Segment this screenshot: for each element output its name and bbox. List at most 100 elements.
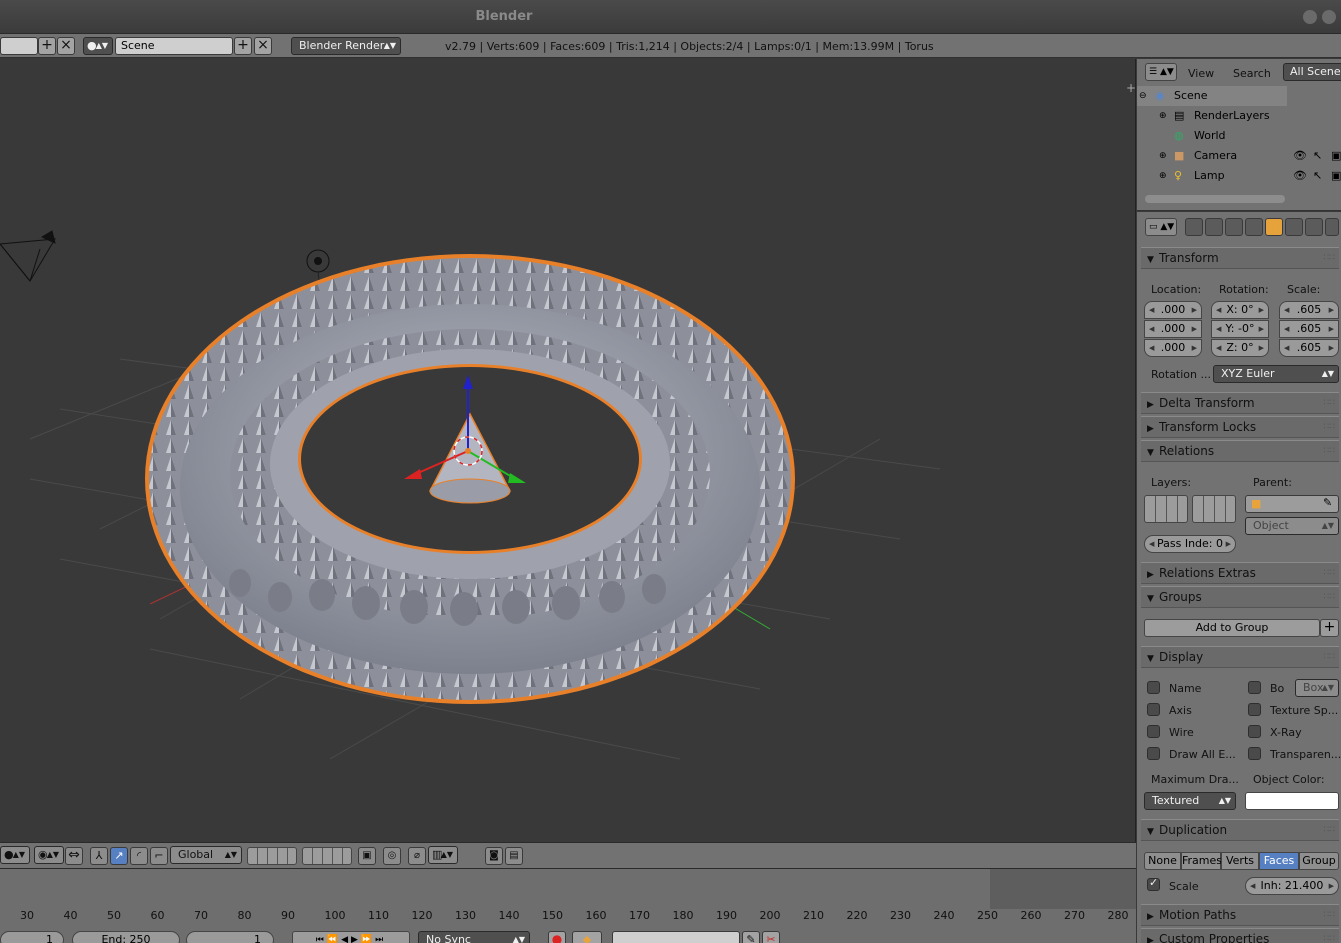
record-icon[interactable]: ● [548,931,566,943]
display-axis-checkbox[interactable] [1147,703,1160,716]
world-tab-icon[interactable] [1245,218,1263,236]
viewport-shading-dropdown[interactable]: ● ▲▼ [0,846,30,864]
render-opengl-icon[interactable]: ◙ [485,847,503,865]
add-screen-button[interactable]: + [38,37,56,55]
rotate-manipulator-icon[interactable]: ◜ [130,847,148,865]
sync-mode-dropdown[interactable]: No Sync ▲▼ [418,931,530,943]
render-tab-icon[interactable] [1185,218,1203,236]
keying-set-field[interactable] [612,931,740,943]
panel-drag-handle-icon[interactable]: ∷∷ [1324,647,1335,667]
transform-panel-header[interactable]: ▼ Transform ∷∷ [1141,247,1339,269]
relations-panel-header[interactable]: ▼ Relations ∷∷ [1141,440,1339,462]
location-x-field[interactable]: ◀ .000 ▶ [1144,301,1202,319]
object-layers-2[interactable] [1192,495,1236,523]
delta-transform-panel-header[interactable]: ▶ Delta Transform ∷∷ [1141,392,1339,414]
scale-y-field[interactable]: ◀ .605 ▶ [1279,320,1339,338]
modifiers-tab-icon[interactable] [1305,218,1323,236]
dupli-faces-scale-checkbox[interactable] [1147,876,1160,891]
lock-layers-icon[interactable]: ▣ [358,847,376,865]
scene-selector[interactable]: ● ▲▼ [83,37,113,55]
scene-tab-icon[interactable] [1225,218,1243,236]
panel-drag-handle-icon[interactable]: ∷∷ [1324,441,1335,461]
delete-keyframe-icon[interactable]: ✂ [762,931,780,943]
scale-manipulator-icon[interactable]: ⌐ [150,847,168,865]
snap-element-dropdown[interactable]: ▥ ▲▼ [428,846,458,864]
panel-drag-handle-icon[interactable]: ∷∷ [1324,820,1335,840]
end-frame-field[interactable]: End: 250 [72,931,180,943]
panel-drag-handle-icon[interactable]: ∷∷ [1324,417,1335,437]
custom-properties-panel-header[interactable]: ▶ Custom Properties ∷∷ [1141,928,1339,943]
render-engine-dropdown[interactable]: Blender Render ▲▼ [291,37,401,55]
motion-paths-panel-header[interactable]: ▶ Motion Paths ∷∷ [1141,904,1339,926]
outliner-display-filter[interactable]: All Scenes [1283,63,1341,81]
inherit-scale-field[interactable]: ◀ Inh: 21.400 ▶ [1245,877,1339,895]
outliner-item-world[interactable]: ◍ World [1137,126,1341,146]
duplication-faces-button[interactable]: Faces [1259,852,1299,870]
viewport-add-region-icon[interactable]: + [1126,81,1136,95]
selectable-cursor-icon[interactable]: ↖ [1313,146,1322,166]
new-group-plus-icon[interactable]: + [1320,619,1339,637]
xray-checkbox[interactable] [1248,725,1261,738]
screen-layout-field[interactable] [0,37,38,55]
current-frame-field[interactable]: 1 [186,931,274,943]
outliner-search-menu[interactable]: Search [1233,67,1271,80]
object-layers-1[interactable] [1144,495,1188,523]
scale-x-field[interactable]: ◀ .605 ▶ [1279,301,1339,319]
panel-drag-handle-icon[interactable]: ∷∷ [1324,248,1335,268]
3d-viewport[interactable]: + [0,59,1136,842]
transparency-checkbox[interactable] [1248,747,1261,760]
outliner-item-renderlayers[interactable]: ⊕ ▤ RenderLayers [1137,106,1341,126]
rotation-y-field[interactable]: ◀ Y: -0° ▶ [1211,320,1269,338]
visibility-eye-icon[interactable]: 👁 [1293,166,1307,186]
groups-panel-header[interactable]: ▼ Groups ∷∷ [1141,586,1339,608]
panel-drag-handle-icon[interactable]: ∷∷ [1324,563,1335,583]
collapse-icon[interactable]: ⊖ [1139,86,1147,106]
selectable-cursor-icon[interactable]: ↖ [1313,166,1322,186]
properties-editor[interactable]: ▭ ▲▼ ▼ Transform ∷∷ Location: Rotation: Sc… [1137,212,1341,943]
object-tab-icon[interactable] [1265,218,1283,236]
timeline-editor[interactable]: 30 40 50 60 70 80 90 100 110 120 130 140 150 160 170 18… [0,868,1136,943]
transform-orientation-dropdown[interactable]: Global ▲▼ [170,846,242,864]
render-animation-icon[interactable]: ▤ [505,847,523,865]
panel-drag-handle-icon[interactable]: ∷∷ [1324,929,1335,943]
maximize-button[interactable] [1322,10,1336,24]
manipulator-toggle-icon[interactable]: ⇔ [65,847,83,865]
keying-set-icon[interactable]: ◆ [572,931,602,943]
duplication-group-button[interactable]: Group [1299,852,1339,870]
bounds-type-dropdown[interactable]: Box ▲▼ [1295,679,1339,697]
draw-all-edges-checkbox[interactable] [1147,747,1160,760]
translate-manipulator-icon[interactable]: ↗ [110,847,128,865]
camera-object[interactable] [0,230,56,282]
add-scene-button[interactable]: + [234,37,252,55]
scene-layers-2[interactable] [302,847,352,865]
location-z-field[interactable]: ◀ .000 ▶ [1144,339,1202,357]
start-frame-field[interactable]: 1 [0,931,64,943]
expand-icon[interactable]: ⊕ [1159,146,1167,166]
proportional-edit-icon[interactable]: ◎ [383,847,401,865]
snap-toggle-icon[interactable]: ⌀ [408,847,426,865]
pass-index-field[interactable]: ◀ Pass Inde: 0 ▶ [1144,535,1236,553]
insert-keyframe-icon[interactable]: ✎ [742,931,760,943]
max-draw-type-dropdown[interactable]: Textured ▲▼ [1144,792,1236,810]
expand-icon[interactable]: ⊕ [1159,166,1167,186]
rotation-z-field[interactable]: ◀ Z: 0° ▶ [1211,339,1269,357]
transform-locks-panel-header[interactable]: ▶ Transform Locks ∷∷ [1141,416,1339,438]
rotation-mode-dropdown[interactable]: XYZ Euler ▲▼ [1213,365,1339,383]
outliner-editor-type-dropdown[interactable]: ☰ ▲▼ [1145,63,1177,81]
relations-extras-panel-header[interactable]: ▶ Relations Extras ∷∷ [1141,562,1339,584]
scale-z-field[interactable]: ◀ .605 ▶ [1279,339,1339,357]
renderable-camera-icon[interactable]: ▣ [1331,166,1341,186]
outliner-view-menu[interactable]: View [1188,67,1214,80]
eyedropper-icon[interactable]: ✎ [1323,496,1332,509]
location-y-field[interactable]: ◀ .000 ▶ [1144,320,1202,338]
scene-layers-1[interactable] [247,847,297,865]
outliner-item-camera[interactable]: ⊕ ■ Camera 👁 ↖ ▣ [1137,146,1341,166]
outliner-horizontal-scrollbar[interactable] [1145,195,1285,203]
add-to-group-button[interactable]: Add to Group [1144,619,1320,637]
visibility-eye-icon[interactable]: 👁 [1293,146,1307,166]
expand-icon[interactable]: ⊕ [1159,106,1167,126]
panel-drag-handle-icon[interactable]: ∷∷ [1324,905,1335,925]
data-tab-icon[interactable] [1325,218,1339,236]
duplication-verts-button[interactable]: Verts [1221,852,1259,870]
properties-editor-type-dropdown[interactable]: ▭ ▲▼ [1145,218,1177,236]
